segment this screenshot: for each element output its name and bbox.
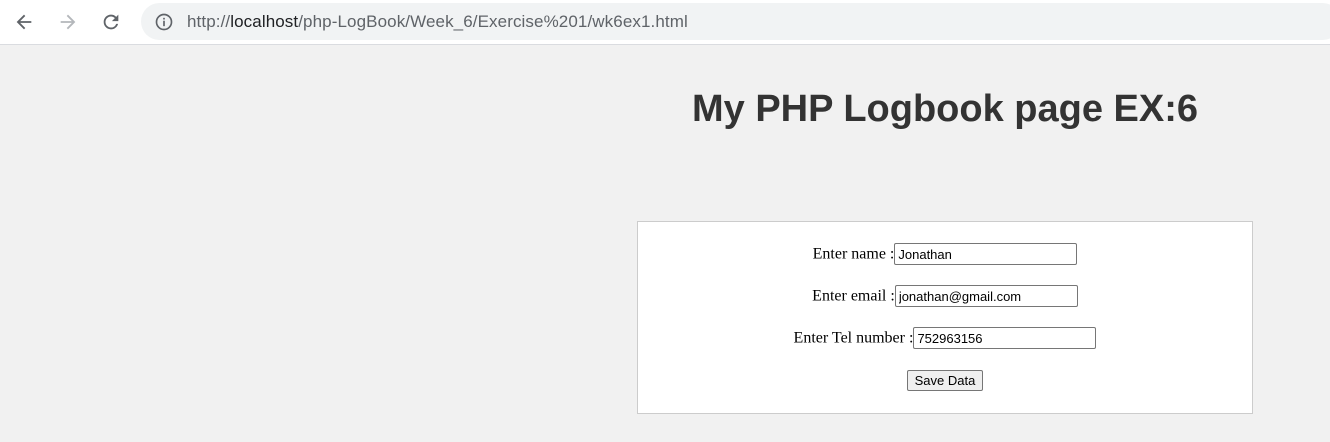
forward-arrow-icon	[60, 14, 76, 30]
reload-button[interactable]	[95, 6, 127, 38]
back-button[interactable]	[8, 6, 40, 38]
url-host: localhost	[230, 12, 299, 31]
name-row: Enter name :	[638, 243, 1252, 266]
url-text[interactable]: http://localhost/php-LogBook/Week_6/Exer…	[187, 12, 688, 32]
url-path: /php-LogBook/Week_6/Exercise%201/wk6ex1.…	[298, 12, 688, 31]
address-bar[interactable]: http://localhost/php-LogBook/Week_6/Exer…	[141, 3, 1330, 40]
tel-row: Enter Tel number :	[638, 327, 1252, 350]
email-label: Enter email :	[812, 287, 895, 305]
page-title: My PHP Logbook page EX:6	[691, 88, 1199, 130]
save-data-button[interactable]: Save Data	[906, 370, 984, 391]
email-row: Enter email :	[638, 285, 1252, 308]
save-row: Save Data	[638, 370, 1252, 391]
info-icon[interactable]	[154, 12, 174, 32]
email-input[interactable]	[894, 285, 1078, 308]
url-prefix: http://	[187, 12, 231, 31]
data-form: Enter name : Enter email : Enter Tel num…	[637, 221, 1253, 414]
browser-toolbar: http://localhost/php-LogBook/Week_6/Exer…	[0, 0, 1330, 45]
tel-input[interactable]	[913, 327, 1097, 350]
name-label: Enter name :	[812, 245, 895, 263]
name-input[interactable]	[894, 243, 1078, 266]
forward-button[interactable]	[52, 6, 84, 38]
reload-icon	[103, 14, 119, 30]
back-arrow-icon	[16, 14, 32, 30]
tel-label: Enter Tel number :	[793, 329, 914, 347]
